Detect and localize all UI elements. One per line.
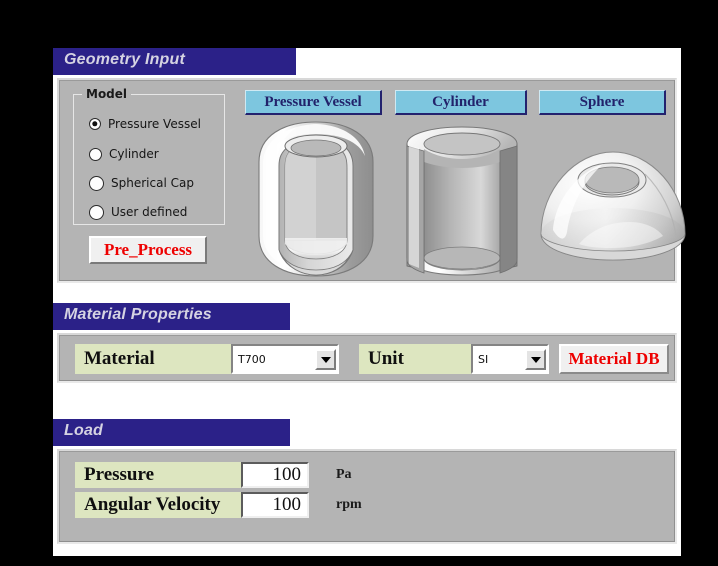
geometry-input-section-header: Geometry Input xyxy=(53,48,296,75)
angular-velocity-input[interactable] xyxy=(241,492,309,518)
material-select-value: T700 xyxy=(238,352,266,366)
radio-icon-spherical-cap[interactable] xyxy=(89,175,104,191)
radio-icon-user-defined[interactable] xyxy=(89,204,104,220)
radio-option-spherical-cap[interactable]: Spherical Cap xyxy=(89,174,194,192)
radio-icon-cylinder[interactable] xyxy=(89,147,102,161)
chevron-down-icon[interactable] xyxy=(315,348,336,370)
preview-tab-pressure-vessel[interactable]: Pressure Vessel xyxy=(245,90,382,115)
figure-pressure-vessel xyxy=(258,121,374,277)
angular-velocity-label: Angular Velocity xyxy=(75,492,241,518)
unit-select[interactable]: SI xyxy=(471,344,549,374)
material-label: Material xyxy=(75,344,231,374)
material-properties-title: Material Properties xyxy=(64,306,212,323)
material-select[interactable]: T700 xyxy=(231,344,339,374)
pre-process-button[interactable]: Pre_Process xyxy=(89,236,207,264)
radio-label-pressure-vessel: Pressure Vessel xyxy=(108,117,201,131)
radio-label-cylinder: Cylinder xyxy=(109,147,159,161)
figure-cylinder xyxy=(406,126,518,276)
preview-tab-cylinder[interactable]: Cylinder xyxy=(395,90,527,115)
radio-label-spherical-cap: Spherical Cap xyxy=(111,176,194,190)
material-properties-section-header: Material Properties xyxy=(53,303,290,330)
pressure-label: Pressure xyxy=(75,462,241,488)
load-panel: Pressure Pa Angular Velocity rpm xyxy=(57,449,677,544)
figure-sphere xyxy=(540,151,686,261)
model-group-label: Model xyxy=(82,87,132,101)
radio-option-user-defined[interactable]: User defined xyxy=(89,203,187,221)
angular-velocity-unit: rpm xyxy=(336,497,362,512)
load-title: Load xyxy=(64,422,104,439)
material-properties-panel: Material T700 Unit SI Material DB xyxy=(57,333,677,383)
unit-select-value: SI xyxy=(478,352,489,366)
chevron-down-icon[interactable] xyxy=(525,348,546,370)
radio-icon-pressure-vessel[interactable] xyxy=(89,118,101,130)
pressure-unit: Pa xyxy=(336,467,352,482)
preview-tab-sphere[interactable]: Sphere xyxy=(539,90,666,115)
load-section-header: Load xyxy=(53,419,290,446)
unit-label: Unit xyxy=(359,344,471,374)
pressure-input[interactable] xyxy=(241,462,309,488)
material-db-button[interactable]: Material DB xyxy=(559,344,669,374)
radio-label-user-defined: User defined xyxy=(111,205,188,219)
geometry-input-panel: Model Pressure Vessel Cylinder Spherical… xyxy=(57,78,686,283)
radio-option-pressure-vessel[interactable]: Pressure Vessel xyxy=(89,115,201,133)
model-group-box: Model Pressure Vessel Cylinder Spherical… xyxy=(73,87,225,225)
radio-option-cylinder[interactable]: Cylinder xyxy=(89,145,159,163)
geometry-input-title: Geometry Input xyxy=(64,51,186,68)
application-window: Geometry Input Model Pressure Vessel Cyl… xyxy=(53,48,686,556)
